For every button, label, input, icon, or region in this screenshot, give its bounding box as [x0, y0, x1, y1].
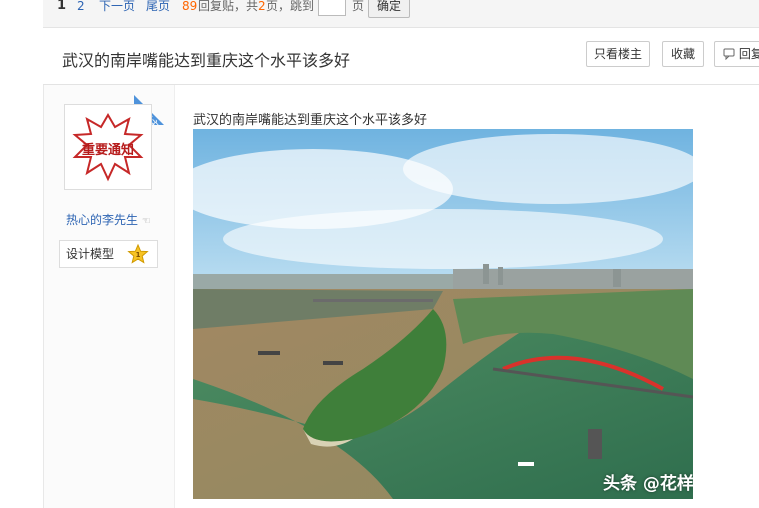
author-username[interactable]: 热心的李先生 ☜	[66, 211, 151, 228]
reply-button[interactable]: 回复	[714, 41, 759, 67]
pagination-bar: 1 2 下一页 尾页 89 回复贴，共 2 页，跳到 页 确定	[43, 0, 759, 28]
page-suffix: 页	[352, 0, 365, 13]
reply-count: 89	[182, 0, 198, 13]
level-label: 设计模型	[66, 247, 115, 261]
page-unit-label: 页，跳到	[266, 0, 315, 13]
thread-title: 武汉的南岸嘴能达到重庆这个水平该多好	[62, 51, 351, 70]
page-2-link[interactable]: 2	[77, 0, 85, 15]
hand-pointer-icon: ☜	[141, 216, 151, 227]
comment-icon	[723, 48, 735, 61]
level-number: 1	[136, 251, 141, 259]
star-level-icon: 1	[127, 244, 149, 264]
favorite-button[interactable]: 收藏	[662, 41, 704, 67]
last-page-link[interactable]: 尾页	[146, 0, 170, 15]
thread-header: 武汉的南岸嘴能达到重庆这个水平该多好 只看楼主 收藏 回复	[43, 28, 759, 85]
reply-label: 回复贴，共	[198, 0, 259, 13]
post-title: 武汉的南岸嘴能达到重庆这个水平该多好	[193, 113, 428, 128]
confirm-button[interactable]: 确定	[368, 0, 410, 18]
avatar-text: 重要通知	[82, 142, 134, 158]
image-watermark: 头条 @花样武汉	[603, 474, 693, 494]
jump-page-input[interactable]	[318, 0, 346, 16]
page-current: 1	[57, 0, 67, 13]
avatar[interactable]: 重要通知	[64, 104, 152, 190]
important-notice-avatar-image: 重要通知	[69, 109, 147, 185]
post-image: 头条 @花样武汉	[193, 129, 693, 499]
reply-button-label: 回复	[738, 47, 759, 61]
only-op-button[interactable]: 只看楼主	[586, 41, 650, 67]
next-page-link[interactable]: 下一页	[99, 0, 135, 15]
author-username-text: 热心的李先生	[66, 213, 139, 227]
level-badge: 设计模型 1	[59, 240, 158, 268]
author-panel: 楼主 重要通知 热心的李先生 ☜ 设计模型 1	[43, 85, 175, 508]
aerial-river-photo	[193, 129, 693, 499]
total-pages: 2	[258, 0, 266, 13]
